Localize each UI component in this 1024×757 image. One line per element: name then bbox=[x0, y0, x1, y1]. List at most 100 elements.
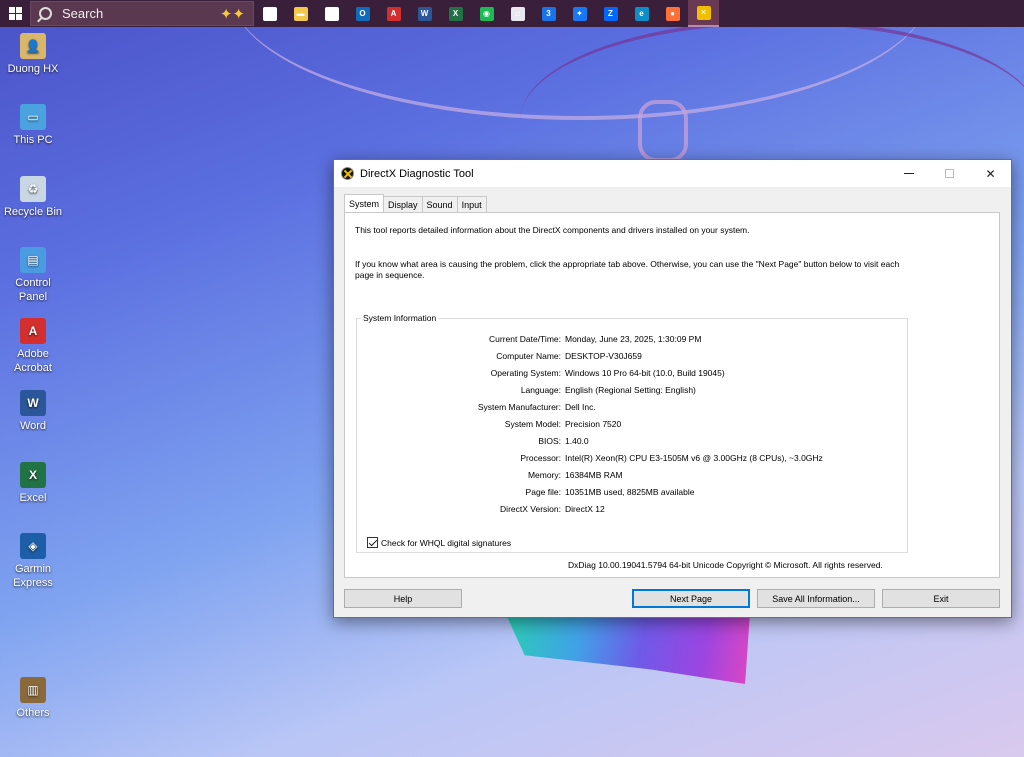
desktop-icon-control-panel[interactable]: ▤ Control Panel bbox=[0, 247, 66, 304]
messenger-icon: ✦ bbox=[572, 6, 587, 21]
taskbar-app-button[interactable]: ▦ bbox=[316, 0, 347, 27]
next-page-button[interactable]: Next Page bbox=[632, 589, 750, 608]
taskbar-app-button[interactable]: 3 bbox=[533, 0, 564, 27]
desktop-icon-recycle-bin[interactable]: ♻ Recycle Bin bbox=[0, 176, 66, 219]
directx-icon bbox=[341, 167, 354, 180]
zalo-icon: Z bbox=[603, 6, 618, 21]
info-value: 1.40.0 bbox=[565, 436, 589, 446]
search-highlight-icon: ✦✦ bbox=[219, 5, 245, 23]
tab-input[interactable]: Input bbox=[456, 196, 487, 212]
info-row: Language: English (Regional Setting: Engl… bbox=[357, 385, 909, 395]
desktop-icon-excel[interactable]: X Excel bbox=[0, 462, 66, 505]
desktop-icon-label: Others bbox=[16, 707, 50, 719]
desktop-icon-label: Recycle Bin bbox=[3, 206, 63, 218]
taskbar-app-button[interactable]: Z bbox=[595, 0, 626, 27]
spotify-icon: ◉ bbox=[479, 6, 494, 21]
info-key: Language: bbox=[520, 385, 561, 395]
desktop-icon-label: Adobe Acrobat bbox=[14, 348, 52, 374]
desktop-icon-others-icon: ▥ bbox=[20, 677, 46, 703]
save-all-information-button[interactable]: Save All Information... bbox=[757, 589, 875, 608]
outlook-icon: O bbox=[355, 6, 370, 21]
taskbar-app-button[interactable]: e bbox=[626, 0, 657, 27]
search-icon bbox=[39, 7, 52, 20]
desktop-icon-duong-hx-icon: 👤 bbox=[20, 33, 46, 59]
tab-display[interactable]: Display bbox=[383, 196, 423, 212]
window-title: DirectX Diagnostic Tool bbox=[360, 167, 474, 180]
info-value: DESKTOP-V30J659 bbox=[565, 351, 642, 361]
desktop-icon-garmin-express[interactable]: ◈ Garmin Express bbox=[0, 533, 66, 590]
desktop-icon-others[interactable]: ▥ Others bbox=[0, 677, 66, 720]
taskbar-pinned-apps: ⊟ ▬ ▦ O A W X ◉ ♫ 3 ✦ Ze ● ✕ bbox=[254, 0, 719, 27]
firefox-icon: ● bbox=[665, 6, 680, 21]
task-view-icon: ⊟ bbox=[262, 6, 277, 21]
desktop-icon-label: Word bbox=[19, 420, 47, 432]
info-key: Processor: bbox=[520, 453, 561, 463]
taskbar-app-button[interactable]: ✕ bbox=[688, 0, 719, 27]
taskbar-app-button[interactable]: O bbox=[347, 0, 378, 27]
info-row: Memory: 16384MB RAM bbox=[357, 470, 909, 480]
maximize-button[interactable] bbox=[929, 160, 970, 187]
app-3-icon: 3 bbox=[541, 6, 556, 21]
taskbar-app-button[interactable]: ✦ bbox=[564, 0, 595, 27]
instructions-text: If you know what area is causing the pro… bbox=[355, 259, 900, 280]
taskbar-app-button[interactable]: A bbox=[378, 0, 409, 27]
group-title: System Information bbox=[361, 313, 439, 323]
close-button[interactable]: ✕ bbox=[970, 160, 1011, 187]
minimize-icon bbox=[903, 173, 914, 174]
taskbar-app-button[interactable]: W bbox=[409, 0, 440, 27]
acrobat-icon: A bbox=[386, 6, 401, 21]
taskbar-search-box[interactable]: Search ✦✦ bbox=[30, 1, 254, 26]
help-button[interactable]: Help bbox=[344, 589, 462, 608]
info-key: BIOS: bbox=[538, 436, 561, 446]
info-row: BIOS: 1.40.0 bbox=[357, 436, 909, 446]
desktop-icon-this-pc[interactable]: ▭ This PC bbox=[0, 104, 66, 147]
search-placeholder: Search bbox=[62, 6, 104, 21]
info-key: Page file: bbox=[525, 487, 561, 497]
info-key: DirectX Version: bbox=[500, 504, 561, 514]
info-key: System Model: bbox=[504, 419, 561, 429]
desktop-icon-garmin-express-icon: ◈ bbox=[20, 533, 46, 559]
info-value: DirectX 12 bbox=[565, 504, 605, 514]
window-titlebar[interactable]: DirectX Diagnostic Tool ✕ bbox=[334, 160, 1011, 187]
whql-checkbox[interactable]: Check for WHQL digital signatures bbox=[367, 537, 511, 548]
taskbar-app-button[interactable]: X bbox=[440, 0, 471, 27]
desktop-icon-control-panel-icon: ▤ bbox=[20, 247, 46, 273]
desktop-icon-this-pc-icon: ▭ bbox=[20, 104, 46, 130]
checkbox-checked-icon[interactable] bbox=[367, 537, 378, 548]
desktop-icon-label: Control Panel bbox=[15, 277, 51, 303]
intro-text: This tool reports detailed information a… bbox=[355, 225, 750, 235]
itunes-icon: ♫ bbox=[510, 6, 525, 21]
maximize-icon bbox=[945, 169, 954, 178]
info-key: Current Date/Time: bbox=[489, 334, 561, 344]
system-information-group: System Information Current Date/Time: Mon… bbox=[356, 313, 909, 553]
taskbar-app-button[interactable]: ▬ bbox=[285, 0, 316, 27]
taskbar-app-button[interactable]: ● bbox=[657, 0, 688, 27]
info-value: 16384MB RAM bbox=[565, 470, 623, 480]
start-button[interactable] bbox=[0, 0, 30, 27]
taskbar-app-button[interactable]: ◉ bbox=[471, 0, 502, 27]
minimize-button[interactable] bbox=[888, 160, 929, 187]
version-copyright-text: DxDiag 10.00.19041.5794 64-bit Unicode C… bbox=[568, 560, 883, 570]
desktop-icon-excel-icon: X bbox=[20, 462, 46, 488]
info-row: Operating System: Windows 10 Pro 64-bit (… bbox=[357, 368, 909, 378]
info-value: English (Regional Setting: English) bbox=[565, 385, 696, 395]
desktop-icon-duong-hx[interactable]: 👤 Duong HX bbox=[0, 33, 66, 76]
desktop-icon-adobe-acrobat[interactable]: A Adobe Acrobat bbox=[0, 318, 66, 375]
taskbar-app-button[interactable]: ♫ bbox=[502, 0, 533, 27]
close-icon: ✕ bbox=[985, 166, 996, 181]
microsoft-store-icon: ▦ bbox=[324, 6, 339, 21]
tab-sound[interactable]: Sound bbox=[421, 196, 458, 212]
tab-system[interactable]: System bbox=[344, 194, 385, 212]
info-value: Dell Inc. bbox=[565, 402, 596, 412]
wallpaper-flag bbox=[505, 612, 750, 684]
desktop-icon-label: Excel bbox=[19, 492, 47, 504]
desktop-icon-recycle-bin-icon: ♻ bbox=[20, 176, 46, 202]
taskbar-app-button[interactable]: ⊟ bbox=[254, 0, 285, 27]
excel-icon: X bbox=[448, 6, 463, 21]
info-value: 10351MB used, 8825MB available bbox=[565, 487, 695, 497]
desktop-icon-word[interactable]: W Word bbox=[0, 390, 66, 433]
info-value: Precision 7520 bbox=[565, 419, 622, 429]
desktop-icon-label: This PC bbox=[13, 134, 53, 146]
exit-button[interactable]: Exit bbox=[882, 589, 1000, 608]
info-row: DirectX Version: DirectX 12 bbox=[357, 504, 909, 514]
